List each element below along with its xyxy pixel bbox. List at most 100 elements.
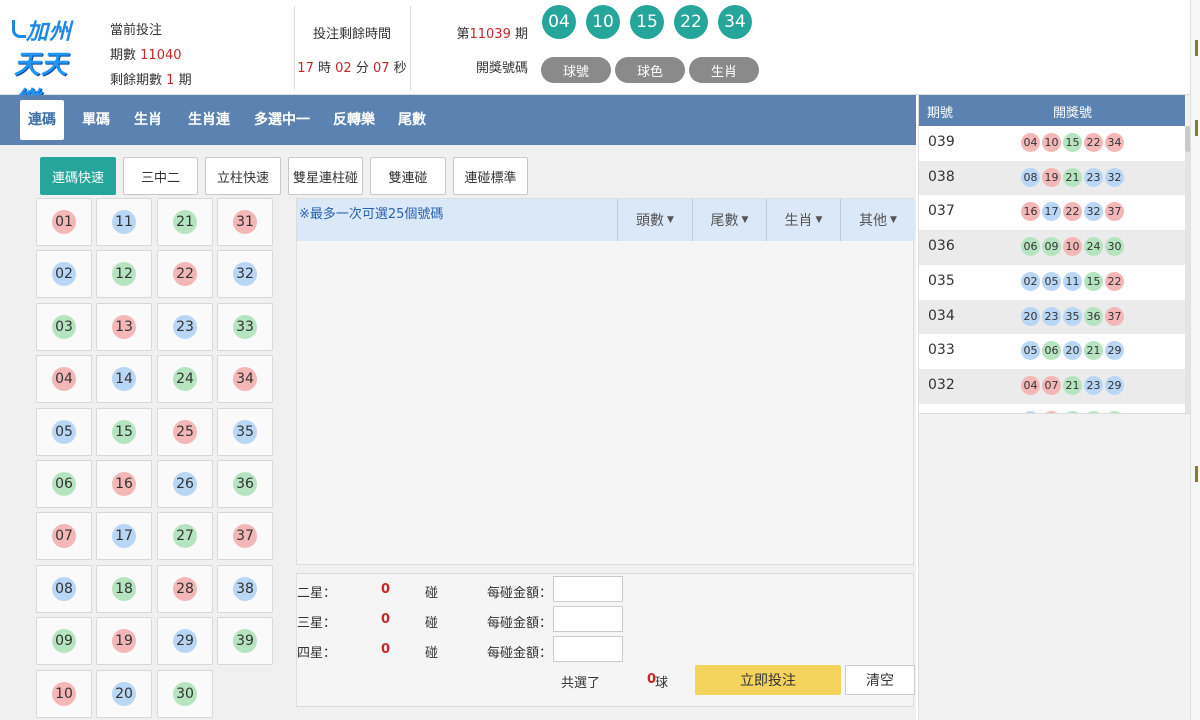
- subtab-three-two[interactable]: 三中二: [123, 157, 198, 195]
- number-cell[interactable]: 05: [36, 408, 92, 456]
- number-cell[interactable]: 12: [96, 250, 152, 298]
- tab-danma[interactable]: 單碼: [82, 95, 110, 145]
- subtab-double-link[interactable]: 雙連碰: [370, 157, 446, 195]
- number-cell[interactable]: 39: [217, 617, 273, 665]
- logo[interactable]: 加州 天天樂: [12, 14, 92, 117]
- history-ball: 15: [1084, 271, 1103, 291]
- number-cell[interactable]: 03: [36, 303, 92, 351]
- number-cell[interactable]: 25: [157, 408, 213, 456]
- number-cell[interactable]: 26: [157, 460, 213, 508]
- history-ball: 06: [1042, 341, 1061, 361]
- number-cell[interactable]: 33: [217, 303, 273, 351]
- amount-input-three-star[interactable]: [553, 606, 623, 632]
- number-cell[interactable]: 21: [157, 198, 213, 246]
- tab-zodiac[interactable]: 生肖: [134, 95, 162, 145]
- number-cell[interactable]: 07: [36, 512, 92, 560]
- number-cell[interactable]: 01: [36, 198, 92, 246]
- number-ball: 34: [233, 367, 257, 391]
- number-ball: 18: [112, 577, 136, 601]
- number-cell[interactable]: 27: [157, 512, 213, 560]
- number-cell[interactable]: 09: [36, 617, 92, 665]
- number-cell[interactable]: 17: [96, 512, 152, 560]
- number-ball: 23: [173, 315, 197, 339]
- bet-row-two-star: 二星： 0 碰 每碰金額：: [297, 576, 915, 604]
- filter-other-label: 其他: [859, 213, 888, 229]
- filter-zodiac[interactable]: 生肖 ▼: [766, 199, 840, 241]
- filter-tail[interactable]: 尾數 ▼: [692, 199, 766, 241]
- number-cell[interactable]: 24: [157, 355, 213, 403]
- filter-tail-label: 尾數: [710, 213, 739, 229]
- history-ball: 17: [1042, 202, 1061, 222]
- number-ball: 31: [233, 210, 257, 234]
- total-unit: 球: [655, 676, 669, 691]
- number-cell[interactable]: 37: [217, 512, 273, 560]
- filter-head[interactable]: 頭數 ▼: [617, 199, 692, 241]
- pill-ball-number[interactable]: 球號: [541, 57, 611, 83]
- remaining-label: 剩餘期數: [110, 73, 163, 88]
- number-cell[interactable]: 10: [36, 670, 92, 718]
- tab-zodiac-link[interactable]: 生肖連: [188, 95, 230, 145]
- number-cell[interactable]: 14: [96, 355, 152, 403]
- number-cell[interactable]: 30: [157, 670, 213, 718]
- number-cell[interactable]: 32: [217, 250, 273, 298]
- number-cell[interactable]: 11: [96, 198, 152, 246]
- number-cell[interactable]: 20: [96, 670, 152, 718]
- number-cell[interactable]: 29: [157, 617, 213, 665]
- number-cell[interactable]: 34: [217, 355, 273, 403]
- number-ball: 12: [112, 262, 136, 286]
- main-area: 連碼快速 三中二 立柱快速 雙星連柱碰 雙連碰 連碰標準 01 02 03 04 05 0…: [0, 145, 916, 720]
- amount-input-two-star[interactable]: [553, 576, 623, 602]
- filter-other[interactable]: 其他 ▼: [840, 199, 915, 241]
- amount-input-four-star[interactable]: [553, 636, 623, 662]
- submit-bet-button[interactable]: 立即投注: [695, 665, 841, 695]
- history-row: 034 20 23 35 36 37: [919, 299, 1185, 335]
- draw-result-balls: 04 10 15 22 34: [542, 5, 752, 39]
- pill-ball-color[interactable]: 球色: [615, 57, 685, 83]
- number-cell[interactable]: 18: [96, 565, 152, 613]
- current-bet-info: 當前投注 期數 11040 剩餘期數 1 期: [110, 18, 192, 93]
- number-cell[interactable]: 15: [96, 408, 152, 456]
- bet-row-four-star: 四星： 0 碰 每碰金額：: [297, 636, 915, 664]
- number-cell[interactable]: 36: [217, 460, 273, 508]
- history-ball: 29: [1105, 341, 1124, 361]
- subtab-pillar-quick[interactable]: 立柱快速: [205, 157, 281, 195]
- history-period: 037: [928, 203, 955, 220]
- draw-suffix: 期: [514, 27, 528, 42]
- number-cell[interactable]: 16: [96, 460, 152, 508]
- number-ball: 24: [173, 367, 197, 391]
- selection-panel: ※最多一次可選25個號碼 頭數 ▼ 尾數 ▼ 生肖 ▼ 其他 ▼: [296, 198, 915, 565]
- number-cell[interactable]: 23: [157, 303, 213, 351]
- subtab-double-star[interactable]: 雙星連柱碰: [288, 157, 363, 195]
- number-cell[interactable]: 13: [96, 303, 152, 351]
- history-ball: 30: [1105, 237, 1124, 257]
- tab-reverse[interactable]: 反轉樂: [333, 95, 375, 145]
- number-cell[interactable]: 08: [36, 565, 92, 613]
- tab-multi-pick[interactable]: 多選中一: [254, 95, 310, 145]
- number-cell[interactable]: 35: [217, 408, 273, 456]
- number-cell[interactable]: 28: [157, 565, 213, 613]
- number-cell[interactable]: 02: [36, 250, 92, 298]
- number-cell[interactable]: 38: [217, 565, 273, 613]
- timer-minutes-unit: 分: [355, 61, 369, 76]
- tab-lianma[interactable]: 連碼: [20, 100, 64, 140]
- subtab-quick[interactable]: 連碼快速: [40, 157, 116, 195]
- number-cell[interactable]: 31: [217, 198, 273, 246]
- result-view-toggle: 球號 球色 生肖: [541, 57, 759, 83]
- timer-minutes: 02: [335, 61, 352, 76]
- window-edge-scrollbar[interactable]: [1190, 0, 1200, 720]
- clear-button[interactable]: 清空: [845, 665, 915, 695]
- number-ball: 01: [52, 210, 76, 234]
- number-cell[interactable]: 06: [36, 460, 92, 508]
- draw-period: 第11039 期: [440, 18, 528, 52]
- history-ball: 36: [1084, 306, 1103, 326]
- draw-info: 第11039 期 開獎號碼: [440, 18, 528, 86]
- history-ball: 32: [1084, 202, 1103, 222]
- number-cell[interactable]: 04: [36, 355, 92, 403]
- number-cell[interactable]: 19: [96, 617, 152, 665]
- tab-tail[interactable]: 尾數: [398, 95, 426, 145]
- draw-prefix: 第: [456, 27, 470, 42]
- number-cell[interactable]: 22: [157, 250, 213, 298]
- pill-zodiac[interactable]: 生肖: [689, 57, 759, 83]
- history-row: 036 06 09 10 24 30: [919, 230, 1185, 266]
- subtab-standard[interactable]: 連碰標準: [453, 157, 528, 195]
